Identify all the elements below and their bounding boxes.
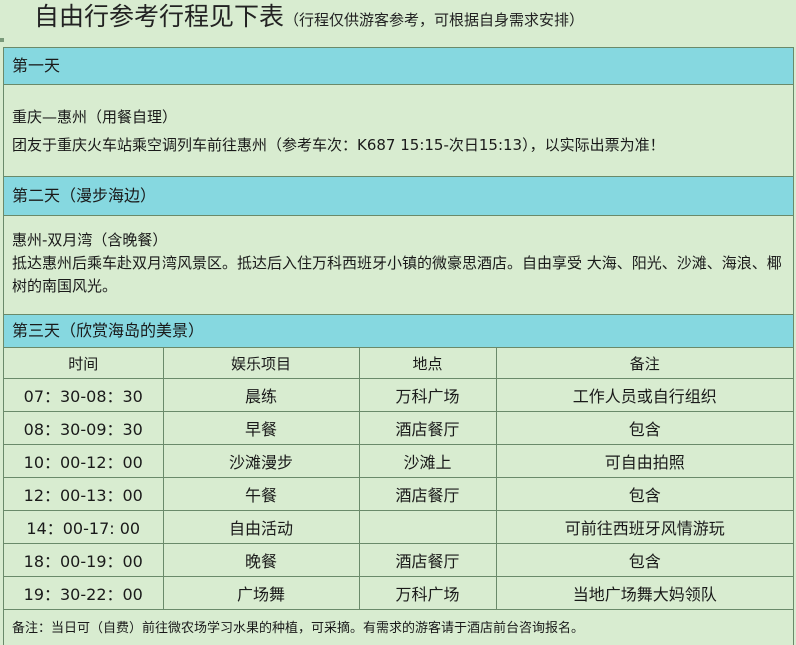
- day3-schedule-table: 时间 娱乐项目 地点 备注 07：30-08：30 晨练 万科广场 工作人员或自…: [4, 348, 793, 610]
- day1-heading: 第一天: [4, 48, 793, 85]
- row-remark: 可前往西班牙风情游玩: [495, 510, 793, 544]
- day3-note-text: 备注：当日可（自费）前往微农场学习水果的种植，可采摘。有需求的游客请于酒店前台咨…: [12, 621, 585, 636]
- row-time: 14：00-17: 00: [4, 510, 164, 544]
- row-place: 万科广场: [358, 378, 497, 412]
- col-header-time: 时间: [4, 348, 164, 379]
- row-time: 18：00-19：00: [4, 543, 164, 577]
- day1-detail: 团友于重庆火车站乘空调列车前往惠州（参考车次：K687 15:15-次日15:1…: [12, 136, 665, 154]
- page-title: 自由行参考行程见下表（行程仅供游客参考，可根据自身需求安排）: [34, 0, 584, 36]
- row-activity: 广场舞: [162, 576, 360, 610]
- table-row: 07：30-08：30 晨练 万科广场 工作人员或自行组织: [4, 378, 793, 412]
- row-place: 酒店餐厅: [358, 411, 497, 445]
- row-time: 08：30-09：30: [4, 411, 164, 445]
- row-remark: 包含: [495, 543, 793, 577]
- day1-heading-text: 第一天: [12, 56, 61, 75]
- day1-body: 重庆—惠州（用餐自理） 团友于重庆火车站乘空调列车前往惠州（参考车次：K687 …: [4, 85, 793, 177]
- day2-detail: 抵达惠州后乘车赴双月湾风景区。抵达后入住万科西班牙小镇的微豪思酒店。自由享受 大…: [12, 254, 782, 295]
- col-header-remark: 备注: [495, 348, 793, 379]
- table-row: 08：30-09：30 早餐 酒店餐厅 包含: [4, 411, 793, 445]
- row-time: 19：30-22：00: [4, 576, 164, 610]
- col-header-place: 地点: [358, 348, 497, 379]
- row-activity: 晚餐: [162, 543, 360, 577]
- table-row: 14：00-17: 00 自由活动 可前往西班牙风情游玩: [4, 510, 793, 544]
- title-subtitle: （行程仅供游客参考，可根据自身需求安排）: [284, 11, 585, 29]
- row-place: [358, 510, 497, 544]
- row-time: 10：00-12：00: [4, 444, 164, 478]
- table-row: 19：30-22：00 广场舞 万科广场 当地广场舞大妈领队: [4, 576, 793, 610]
- row-remark: 包含: [495, 411, 793, 445]
- day3-heading-text: 第三天（欣赏海岛的美景）: [12, 321, 205, 340]
- col-header-activity: 娱乐项目: [162, 348, 360, 379]
- title-main: 自由行参考行程见下表: [34, 2, 285, 31]
- table-row: 12：00-13：00 午餐 酒店餐厅 包含: [4, 477, 793, 511]
- row-remark: 可自由拍照: [495, 444, 793, 478]
- day2-body: 惠州-双月湾（含晚餐） 抵达惠州后乘车赴双月湾风景区。抵达后入住万科西班牙小镇的…: [4, 216, 793, 315]
- table-row: 18：00-19：00 晚餐 酒店餐厅 包含: [4, 543, 793, 577]
- row-activity: 晨练: [162, 378, 360, 412]
- day2-route: 惠州-双月湾（含晚餐）: [12, 231, 168, 249]
- schedule-header-row: 时间 娱乐项目 地点 备注: [4, 348, 793, 379]
- row-place: 沙滩上: [358, 444, 497, 478]
- row-activity: 自由活动: [162, 510, 360, 544]
- corner-marker: [0, 38, 4, 42]
- row-remark: 工作人员或自行组织: [495, 378, 793, 412]
- row-place: 酒店餐厅: [358, 543, 497, 577]
- row-activity: 沙滩漫步: [162, 444, 360, 478]
- row-place: 酒店餐厅: [358, 477, 497, 511]
- day1-route: 重庆—惠州（用餐自理）: [12, 108, 178, 126]
- row-time: 07：30-08：30: [4, 378, 164, 412]
- itinerary-table: 第一天 重庆—惠州（用餐自理） 团友于重庆火车站乘空调列车前往惠州（参考车次：K…: [3, 47, 794, 645]
- row-place: 万科广场: [358, 576, 497, 610]
- day3-note: 备注：当日可（自费）前往微农场学习水果的种植，可采摘。有需求的游客请于酒店前台咨…: [4, 614, 793, 645]
- row-activity: 午餐: [162, 477, 360, 511]
- table-row: 10：00-12：00 沙滩漫步 沙滩上 可自由拍照: [4, 444, 793, 478]
- day3-heading: 第三天（欣赏海岛的美景）: [4, 315, 793, 348]
- row-time: 12：00-13：00: [4, 477, 164, 511]
- row-activity: 早餐: [162, 411, 360, 445]
- row-remark: 包含: [495, 477, 793, 511]
- itinerary-page: 自由行参考行程见下表（行程仅供游客参考，可根据自身需求安排） 第一天 重庆—惠州…: [0, 0, 796, 645]
- day2-heading-text: 第二天（漫步海边）: [12, 186, 157, 205]
- row-remark: 当地广场舞大妈领队: [495, 576, 793, 610]
- day2-heading: 第二天（漫步海边）: [4, 177, 793, 216]
